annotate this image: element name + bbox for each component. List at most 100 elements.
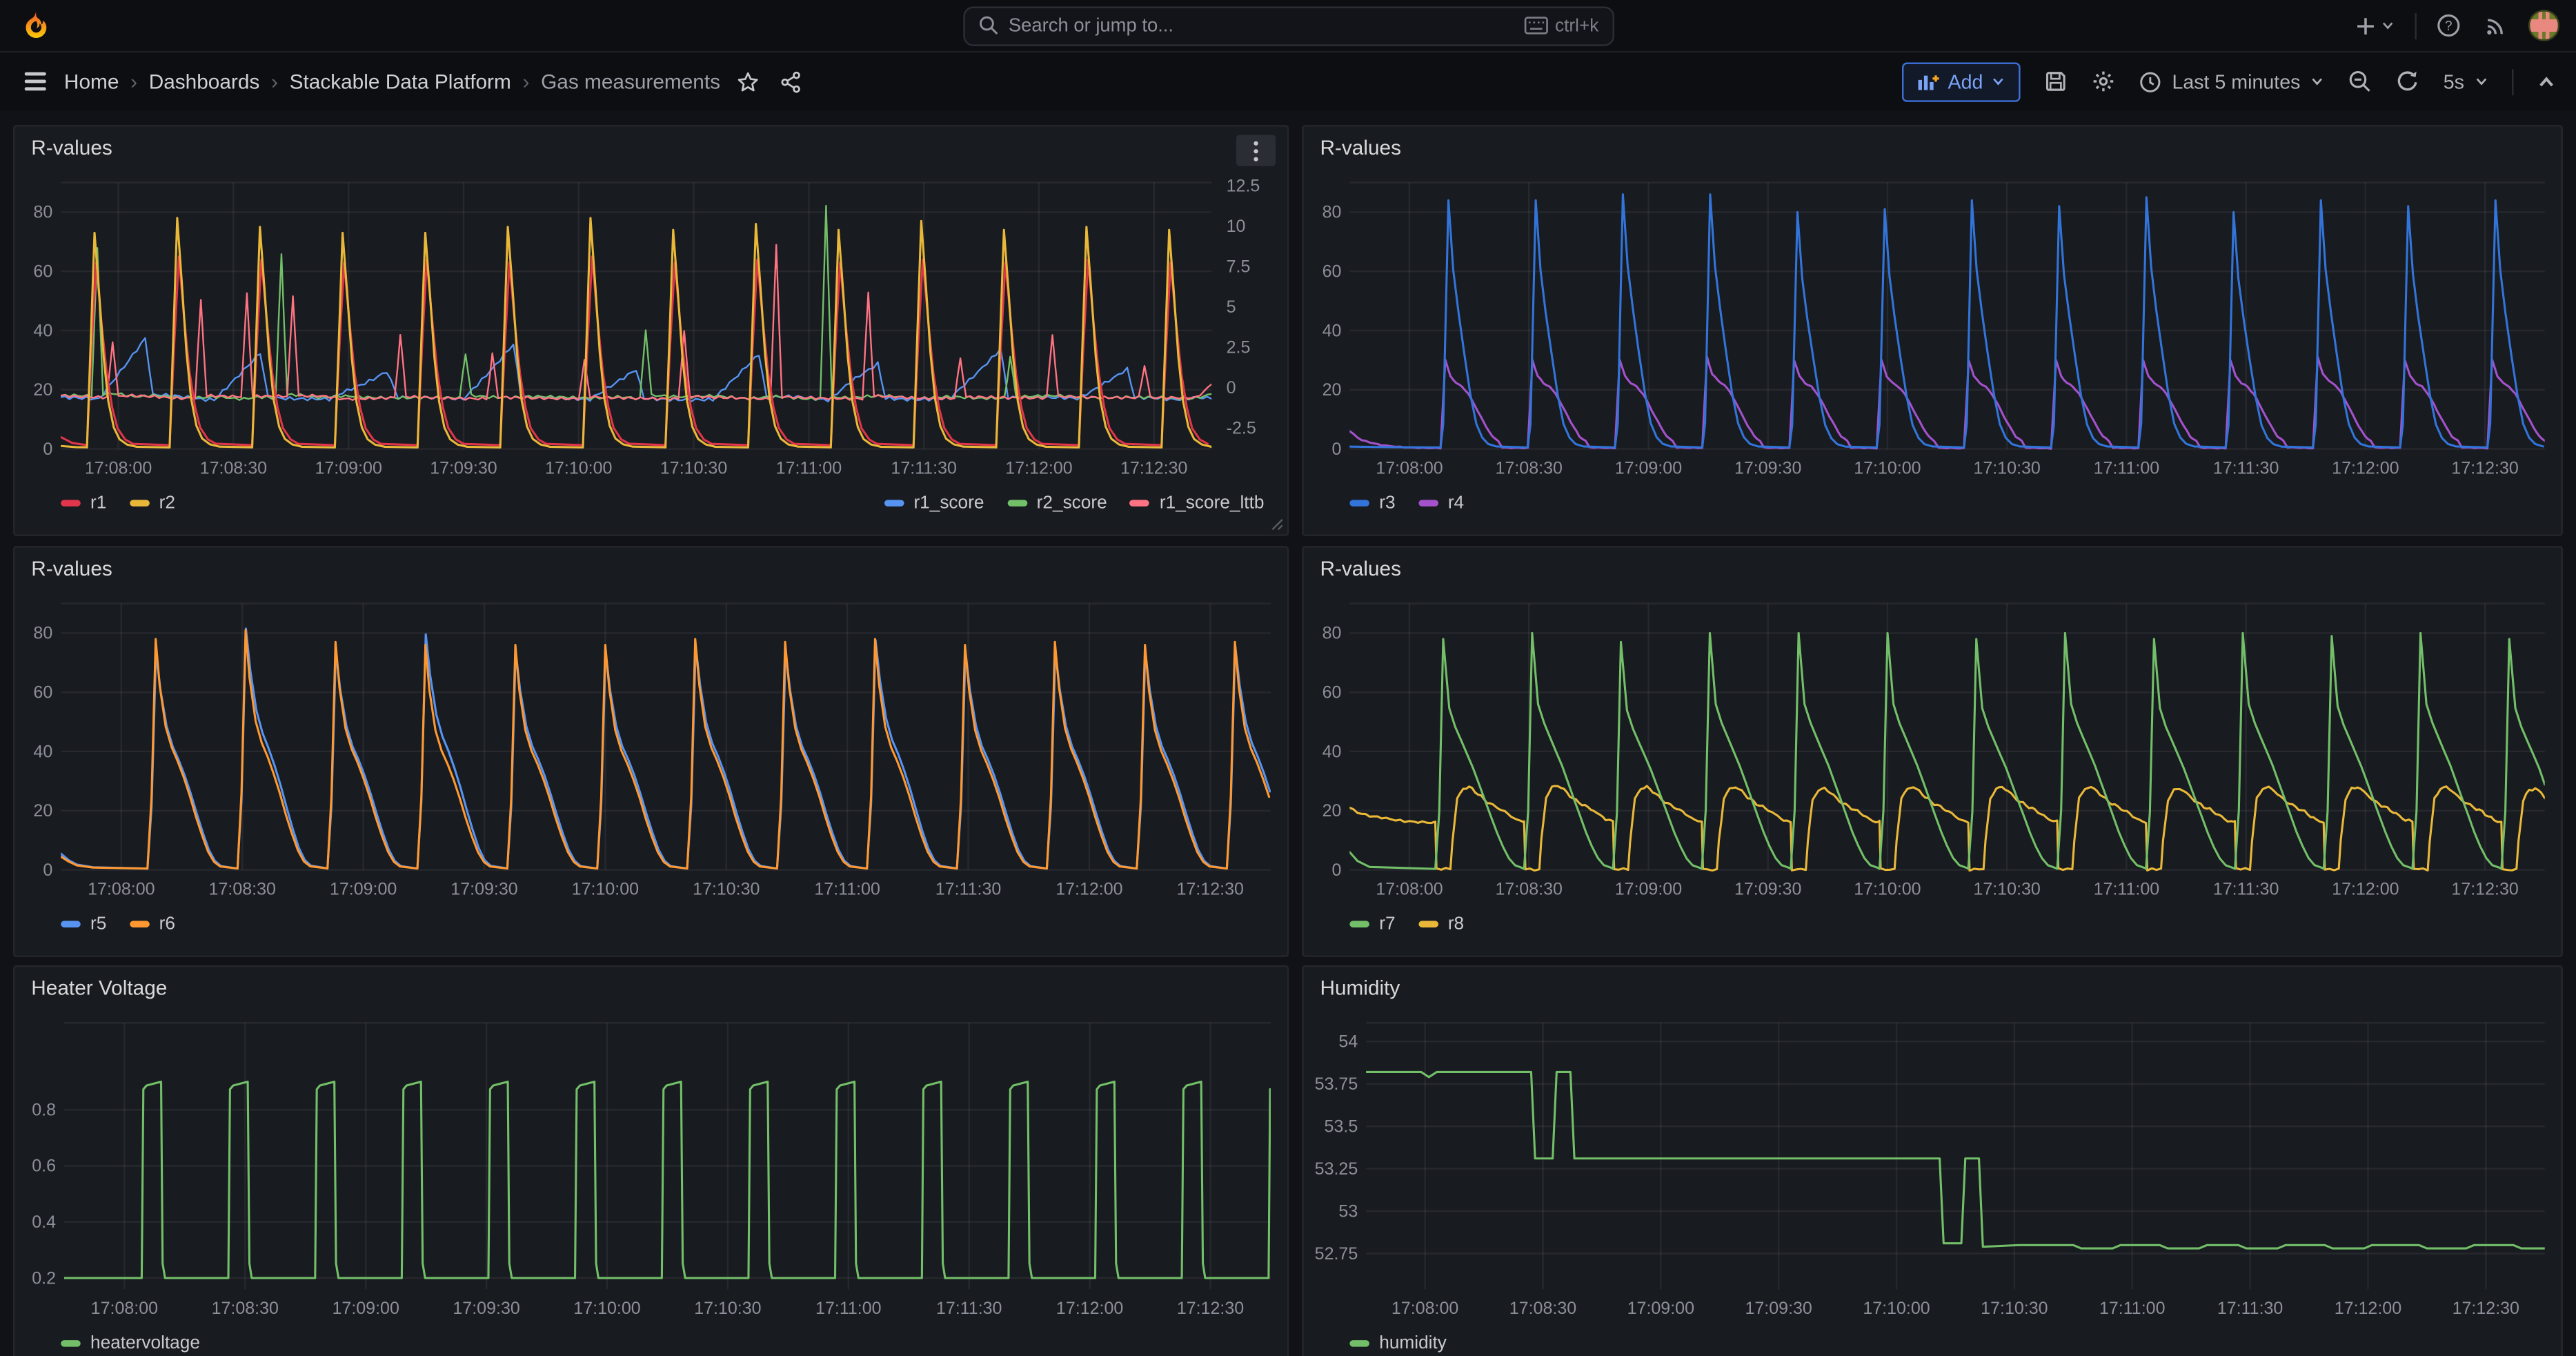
breadcrumb-dashboards[interactable]: Dashboards xyxy=(149,70,260,92)
legend-swatch xyxy=(1418,920,1438,927)
panel-title[interactable]: Humidity xyxy=(1320,976,1400,999)
dashboard-toolbar: Home › Dashboards › Stackable Data Platf… xyxy=(0,52,2576,110)
svg-text:?: ? xyxy=(2445,19,2453,34)
svg-text:17:12:00: 17:12:00 xyxy=(1005,458,1072,478)
svg-text:17:08:00: 17:08:00 xyxy=(1376,458,1443,478)
dashboard-settings-button[interactable] xyxy=(2092,69,2117,94)
resize-grip[interactable] xyxy=(1271,518,1284,531)
breadcrumb-separator: › xyxy=(523,70,530,92)
legend: r3 r4 xyxy=(1304,491,2562,513)
svg-text:17:11:30: 17:11:30 xyxy=(936,1299,1002,1318)
legend-swatch xyxy=(61,500,81,507)
time-range-label: Last 5 minutes xyxy=(2172,70,2300,92)
refresh-interval-dropdown[interactable]: 5s xyxy=(2444,70,2489,92)
legend-swatch xyxy=(61,1340,81,1347)
share-dashboard-button[interactable] xyxy=(776,67,806,97)
shortcut-hint: ctrl+k xyxy=(1524,16,1599,36)
svg-text:17:10:00: 17:10:00 xyxy=(1854,878,1921,898)
legend-item[interactable]: r1_score_lttb xyxy=(1130,493,1264,513)
svg-text:17:08:00: 17:08:00 xyxy=(1376,878,1443,898)
time-range-picker[interactable]: Last 5 minutes xyxy=(2139,70,2325,92)
chart-r-values-4[interactable]: 02040608017:08:0017:08:3017:09:0017:09:3… xyxy=(1304,589,2562,912)
svg-text:20: 20 xyxy=(33,800,52,820)
chart-heater-voltage[interactable]: 0.20.40.60.817:08:0017:08:3017:09:0017:0… xyxy=(14,1010,1287,1332)
refresh-icon xyxy=(2396,69,2421,94)
legend: r7 r8 xyxy=(1304,912,2562,933)
svg-text:17:08:30: 17:08:30 xyxy=(1496,458,1563,478)
panel-menu-button[interactable] xyxy=(1236,135,1276,166)
legend-swatch xyxy=(1349,500,1369,507)
svg-text:12.5: 12.5 xyxy=(1227,177,1260,196)
divider xyxy=(2512,68,2513,95)
legend-item[interactable]: humidity xyxy=(1349,1334,1447,1354)
legend-item[interactable]: heatervoltage xyxy=(61,1334,200,1354)
new-menu-button[interactable] xyxy=(2351,10,2399,40)
svg-text:17:09:00: 17:09:00 xyxy=(1615,878,1682,898)
collapse-controls-button[interactable] xyxy=(2537,72,2557,92)
help-button[interactable]: ? xyxy=(2433,10,2464,41)
svg-text:17:11:00: 17:11:00 xyxy=(2094,458,2160,478)
legend: r1 r2 r1_score r2_score r1_score_lttb xyxy=(14,491,1287,513)
svg-text:60: 60 xyxy=(1322,682,1342,701)
legend-item[interactable]: r1_score xyxy=(884,493,984,513)
svg-text:17:09:00: 17:09:00 xyxy=(1615,458,1682,478)
breadcrumb-home[interactable]: Home xyxy=(64,70,119,92)
panel-title[interactable]: R-values xyxy=(1320,137,1401,159)
svg-text:17:09:00: 17:09:00 xyxy=(330,878,397,898)
favorite-dashboard-button[interactable] xyxy=(733,67,763,97)
svg-text:17:11:30: 17:11:30 xyxy=(935,878,1002,898)
star-icon xyxy=(737,70,760,92)
legend-item[interactable]: r4 xyxy=(1418,493,1464,513)
legend-item[interactable]: r2_score xyxy=(1007,493,1107,513)
save-dashboard-button[interactable] xyxy=(2044,69,2069,94)
chevron-down-icon xyxy=(2380,18,2395,32)
news-button[interactable] xyxy=(2481,10,2512,41)
legend-item[interactable]: r6 xyxy=(130,914,175,934)
mega-menu-button[interactable] xyxy=(20,68,51,96)
zoom-out-button[interactable] xyxy=(2348,69,2373,94)
svg-text:17:09:30: 17:09:30 xyxy=(1734,458,1801,478)
legend-label: r1_score xyxy=(913,493,984,513)
clock-icon xyxy=(2139,70,2162,92)
legend-item[interactable]: r8 xyxy=(1418,914,1464,934)
panel-r-values-1: R-values 02040608012.5107.552.50-2.517:0… xyxy=(13,125,1289,536)
svg-text:17:12:00: 17:12:00 xyxy=(2335,1299,2401,1318)
legend-item[interactable]: r1 xyxy=(61,493,106,513)
panel-title[interactable]: R-values xyxy=(1320,557,1401,580)
grafana-logo-icon[interactable] xyxy=(20,9,53,42)
svg-text:17:11:00: 17:11:00 xyxy=(2099,1299,2166,1318)
chart-r-values-2[interactable]: 02040608017:08:0017:08:3017:09:0017:09:3… xyxy=(1304,169,2562,491)
legend-item[interactable]: r7 xyxy=(1349,914,1395,934)
legend-item[interactable]: r5 xyxy=(61,914,106,934)
search-input[interactable]: Search or jump to... ctrl+k xyxy=(962,6,1614,45)
legend-label: r3 xyxy=(1379,493,1395,513)
panel-r-values-2: R-values 02040608017:08:0017:08:3017:09:… xyxy=(1302,125,2563,536)
legend-label: r1 xyxy=(90,493,106,513)
svg-text:80: 80 xyxy=(33,203,52,222)
panel-humidity: Humidity 52.755353.2553.553.755417:08:00… xyxy=(1302,965,2563,1356)
svg-text:0.8: 0.8 xyxy=(32,1100,56,1119)
svg-text:17:08:00: 17:08:00 xyxy=(1391,1299,1458,1318)
legend-item[interactable]: r2 xyxy=(130,493,175,513)
svg-text:17:08:00: 17:08:00 xyxy=(85,458,152,478)
add-button[interactable]: Add xyxy=(1902,61,2021,101)
breadcrumb-folder[interactable]: Stackable Data Platform xyxy=(290,70,511,92)
legend-label: heatervoltage xyxy=(90,1334,200,1354)
svg-text:10: 10 xyxy=(1227,217,1246,236)
chart-humidity[interactable]: 52.755353.2553.553.755417:08:0017:08:301… xyxy=(1304,1010,2562,1332)
chevron-down-icon xyxy=(2310,74,2325,88)
legend-swatch xyxy=(1130,500,1150,507)
chart-r-values-1[interactable]: 02040608012.5107.552.50-2.517:08:0017:08… xyxy=(14,169,1287,491)
svg-text:17:10:30: 17:10:30 xyxy=(1973,878,2040,898)
svg-text:80: 80 xyxy=(1322,203,1342,222)
legend-item[interactable]: r3 xyxy=(1349,493,1395,513)
panel-title[interactable]: Heater Voltage xyxy=(31,976,167,999)
panel-title[interactable]: R-values xyxy=(31,557,112,580)
chart-r-values-3[interactable]: 02040608017:08:0017:08:3017:09:0017:09:3… xyxy=(14,589,1287,912)
svg-text:17:12:30: 17:12:30 xyxy=(2451,878,2518,898)
panel-title[interactable]: R-values xyxy=(31,137,112,159)
top-nav: Search or jump to... ctrl+k xyxy=(0,0,2576,52)
user-avatar[interactable] xyxy=(2528,10,2559,41)
refresh-button[interactable] xyxy=(2396,69,2421,94)
svg-text:17:12:30: 17:12:30 xyxy=(1177,1299,1244,1318)
